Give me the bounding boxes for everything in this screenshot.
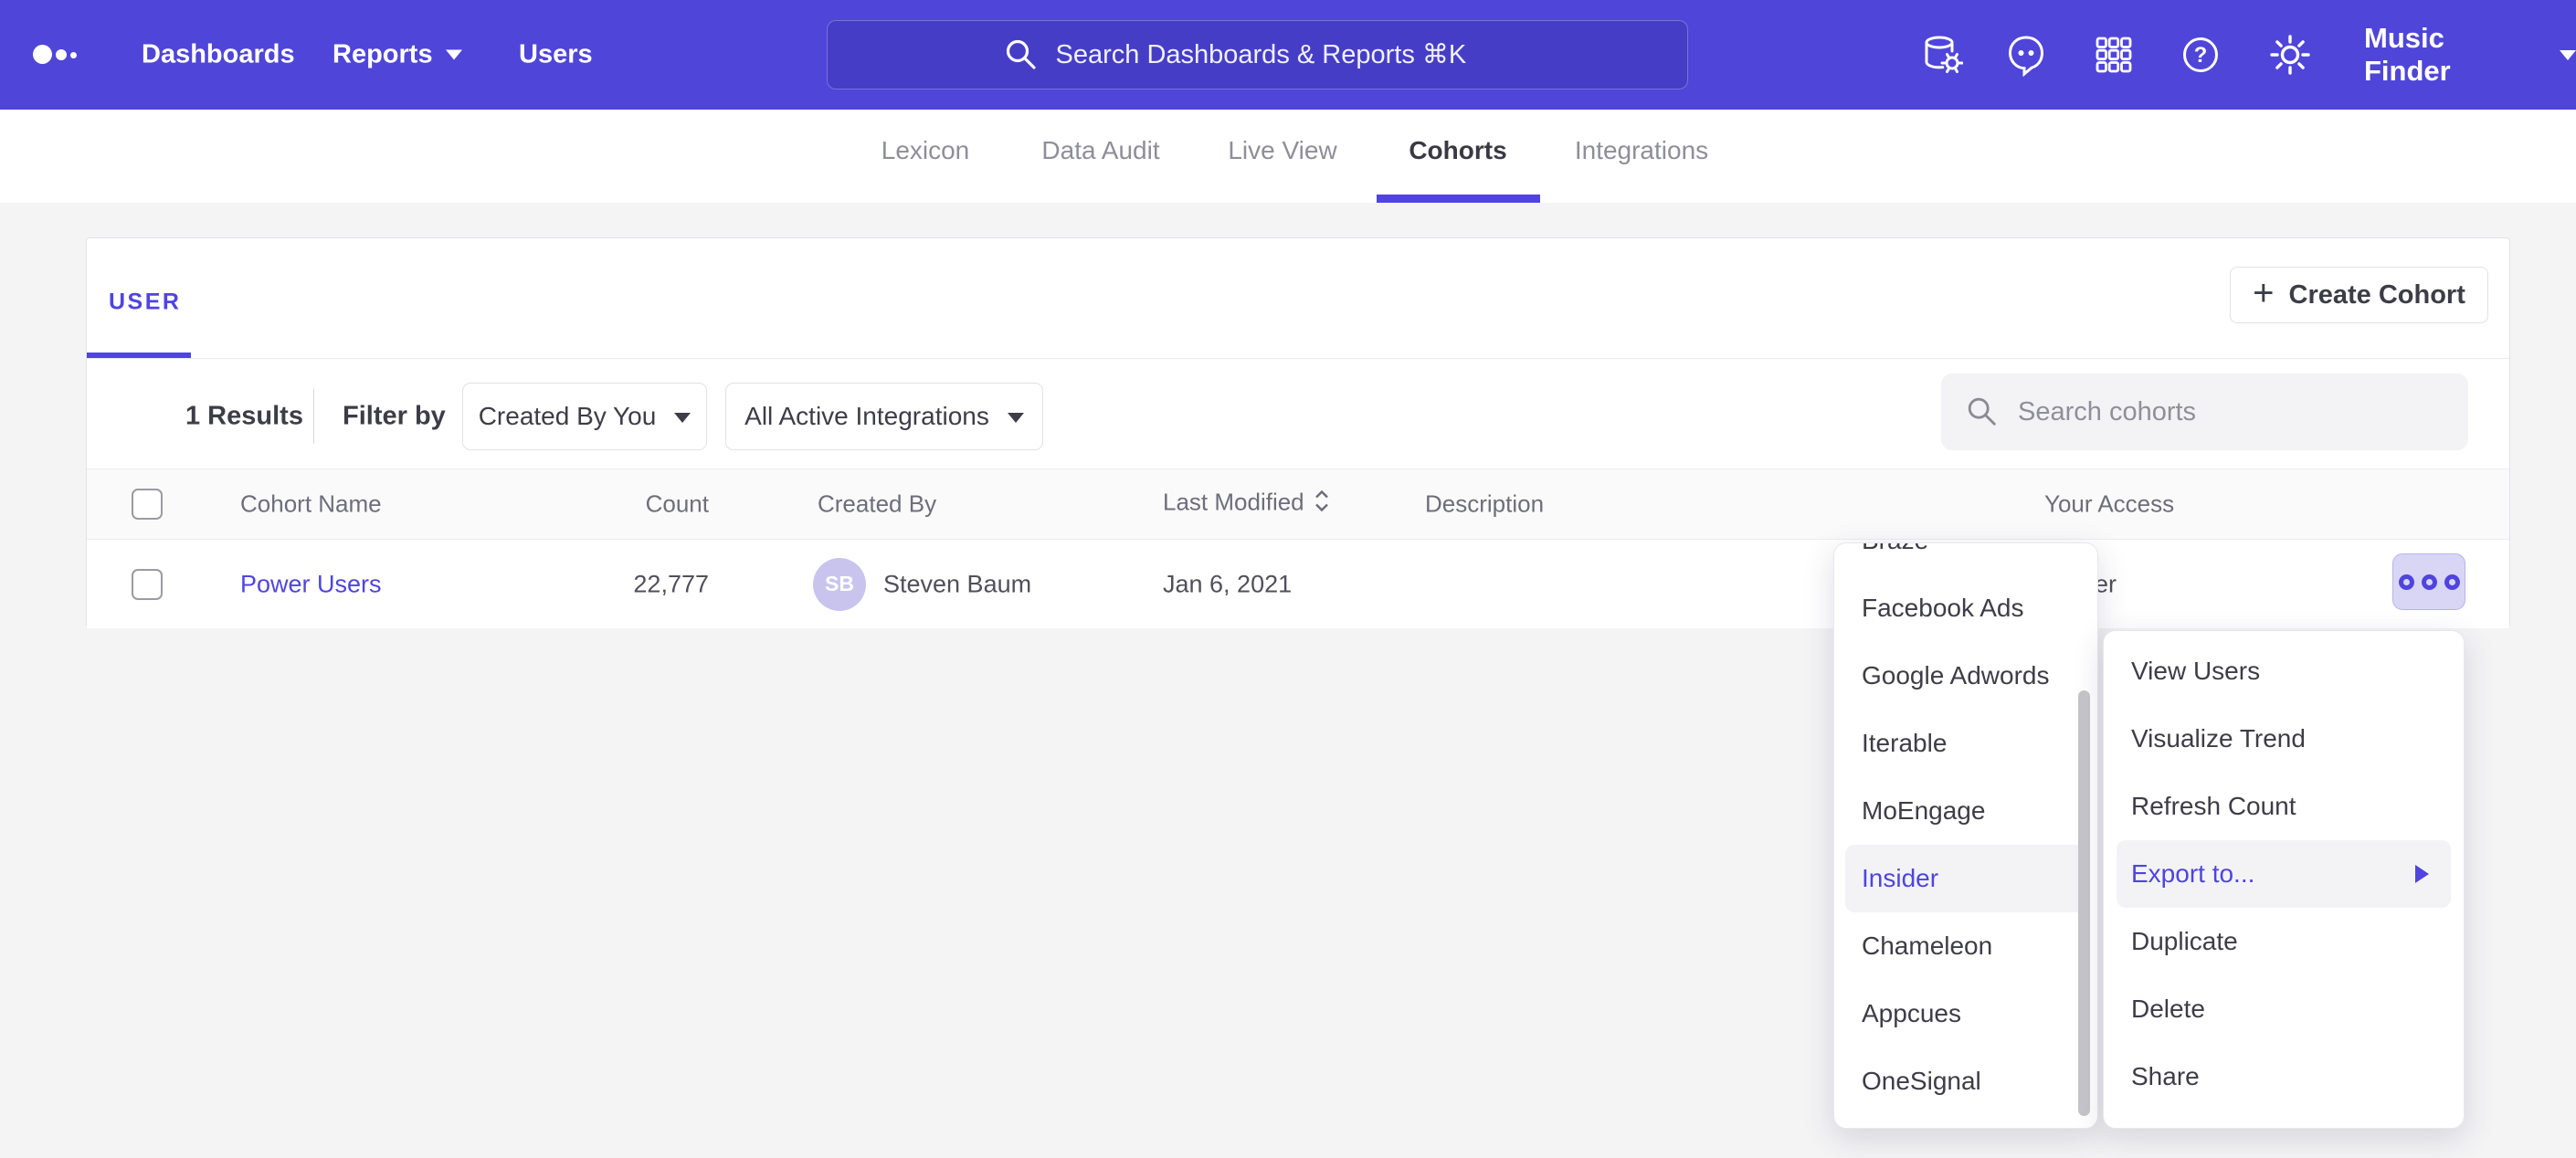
nav-item-label: Dashboards: [142, 40, 295, 70]
logo-dot-small: [70, 52, 77, 58]
tab-cohorts[interactable]: Cohorts: [1409, 136, 1506, 165]
active-tab-underline: [1377, 195, 1540, 203]
row-more-actions-button[interactable]: [2392, 553, 2465, 610]
integrations-filter-dropdown[interactable]: All Active Integrations: [725, 383, 1043, 450]
menu-item-duplicate[interactable]: Duplicate: [2104, 908, 2464, 975]
submenu-item-chameleon[interactable]: Chameleon: [1834, 912, 2097, 980]
export-destinations-submenu: Braze Facebook Ads Google Adwords Iterab…: [1833, 542, 2098, 1129]
global-search-bar[interactable]: [827, 20, 1688, 89]
export-destinations-list: Braze Facebook Ads Google Adwords Iterab…: [1834, 542, 2097, 1115]
divider: [313, 389, 314, 444]
row-checkbox[interactable]: [132, 569, 163, 600]
nav-item-users[interactable]: Users: [519, 40, 593, 70]
submenu-arrow-icon: [2415, 865, 2429, 883]
table-header-row: Cohort Name Count Created By Last Modifi…: [87, 468, 2509, 540]
settings-gear-icon[interactable]: [2268, 33, 2312, 77]
created-by-filter-value: Created By You: [479, 402, 657, 431]
chevron-down-icon: [1008, 413, 1024, 423]
tab-data-audit[interactable]: Data Audit: [1041, 136, 1159, 165]
chevron-down-icon: [2560, 50, 2576, 60]
tab-lexicon[interactable]: Lexicon: [882, 136, 970, 165]
nav-item-label: Reports: [333, 40, 433, 70]
creator-name: Steven Baum: [883, 570, 1031, 598]
cohort-name-link[interactable]: Power Users: [240, 570, 382, 598]
divider: [87, 358, 2509, 359]
column-header-cohort-name[interactable]: Cohort Name: [240, 490, 382, 519]
data-management-icon[interactable]: [1919, 33, 1963, 77]
top-navbar: Dashboards Reports Users: [0, 0, 2576, 110]
cohort-type-tab-user[interactable]: USER: [109, 290, 181, 316]
submenu-item-appcues[interactable]: Appcues: [1834, 980, 2097, 1047]
section-tabbar: Lexicon Data Audit Live View Cohorts Int…: [0, 110, 2576, 203]
create-cohort-label: Create Cohort: [2289, 280, 2465, 311]
select-all-checkbox[interactable]: [132, 489, 163, 520]
tab-live-view[interactable]: Live View: [1228, 136, 1336, 165]
svg-text:?: ?: [2194, 43, 2208, 68]
submenu-item-onesignal[interactable]: OneSignal: [1834, 1047, 2097, 1115]
help-icon[interactable]: ?: [2179, 33, 2222, 77]
nav-item-label: Users: [519, 40, 593, 70]
results-count: 1 Results: [185, 402, 303, 432]
nav-item-reports[interactable]: Reports: [333, 40, 462, 70]
chevron-down-icon: [674, 413, 691, 423]
more-dot-icon: [2399, 574, 2414, 590]
created-by-filter-dropdown[interactable]: Created By You: [462, 383, 707, 450]
table-row[interactable]: Power Users 22,777 SB Steven Baum Jan 6,…: [87, 540, 2509, 628]
submenu-item-google-adwords[interactable]: Google Adwords: [1834, 642, 2097, 710]
search-icon: [1965, 395, 2000, 429]
more-dot-icon: [2444, 574, 2460, 590]
submenu-item-insider[interactable]: Insider: [1845, 845, 2086, 912]
column-header-your-access[interactable]: Your Access: [2044, 490, 2174, 519]
cohorts-card: USER + Create Cohort 1 Results Filter by…: [86, 237, 2510, 628]
project-switcher[interactable]: Music Finder: [2364, 22, 2576, 88]
menu-item-delete[interactable]: Delete: [2104, 975, 2464, 1043]
row-actions-menu: View Users Visualize Trend Refresh Count…: [2103, 630, 2465, 1129]
creator-avatar: SB: [813, 558, 866, 611]
submenu-scrollbar-thumb[interactable]: [2078, 690, 2090, 1116]
submenu-item-facebook-ads[interactable]: Facebook Ads: [1834, 574, 2097, 642]
menu-item-refresh-count[interactable]: Refresh Count: [2104, 773, 2464, 840]
tab-integrations[interactable]: Integrations: [1575, 136, 1708, 165]
menu-item-share[interactable]: Share: [2104, 1043, 2464, 1111]
feedback-icon[interactable]: [2004, 33, 2048, 77]
submenu-item-moengage[interactable]: MoEngage: [1834, 777, 2097, 845]
column-header-description[interactable]: Description: [1425, 490, 1544, 519]
search-icon: [1003, 37, 1040, 73]
create-cohort-button[interactable]: + Create Cohort: [2230, 267, 2488, 323]
cohorts-page: Dashboards Reports Users: [0, 0, 2576, 1158]
plus-icon: +: [2253, 275, 2274, 311]
global-search-input[interactable]: [1056, 40, 1513, 70]
last-modified-date: Jan 6, 2021: [1163, 570, 1292, 598]
submenu-item-iterable[interactable]: Iterable: [1834, 710, 2097, 777]
menu-item-label: Export to...: [2131, 859, 2254, 889]
more-dot-icon: [2422, 574, 2437, 590]
project-name: Music Finder: [2364, 22, 2536, 88]
menu-item-visualize-trend[interactable]: Visualize Trend: [2104, 705, 2464, 773]
column-header-count[interactable]: Count: [544, 490, 709, 519]
filter-by-label: Filter by: [343, 402, 446, 432]
cohort-search-bar[interactable]: [1941, 374, 2468, 450]
cohort-search-input[interactable]: [2018, 397, 2444, 427]
logo-dot-large: [33, 45, 52, 64]
column-header-last-modified[interactable]: Last Modified: [1163, 489, 1330, 521]
nav-item-dashboards[interactable]: Dashboards: [142, 40, 295, 70]
chevron-down-icon: [446, 50, 462, 60]
column-header-label: Last Modified: [1163, 489, 1304, 516]
apps-grid-icon[interactable]: [2092, 33, 2136, 77]
column-header-created-by[interactable]: Created By: [818, 490, 936, 519]
integrations-filter-value: All Active Integrations: [744, 402, 989, 431]
logo-dot-medium: [56, 49, 67, 60]
menu-item-export-to[interactable]: Export to...: [2117, 840, 2451, 908]
sort-icon[interactable]: [1314, 489, 1330, 521]
menu-item-view-users[interactable]: View Users: [2104, 637, 2464, 705]
submenu-item-braze[interactable]: Braze: [1834, 542, 2097, 574]
cohort-count: 22,777: [544, 570, 709, 598]
